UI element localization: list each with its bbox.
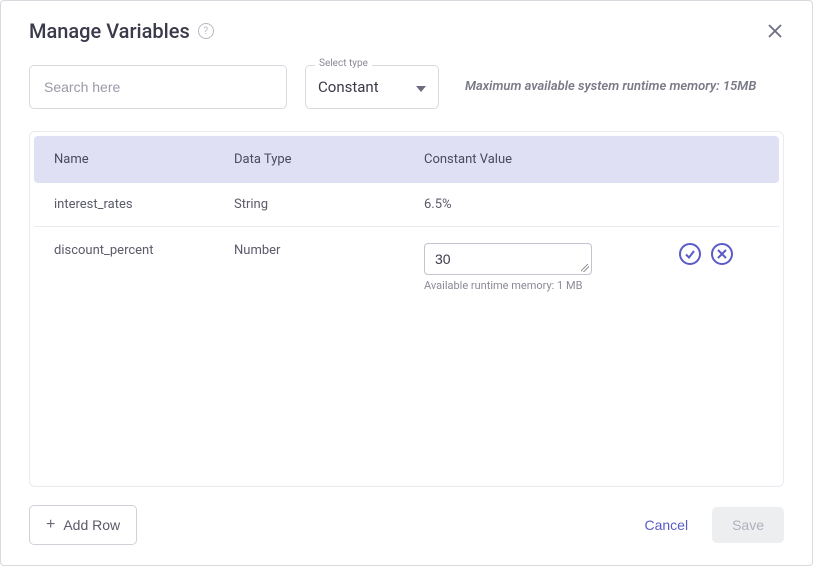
constant-value-input[interactable] xyxy=(424,243,592,275)
select-value: Constant xyxy=(318,78,379,96)
column-header-type: Data Type xyxy=(234,152,424,167)
memory-banner: Maximum available system runtime memory:… xyxy=(465,78,784,96)
help-icon[interactable]: ? xyxy=(198,23,214,39)
modal-header: Manage Variables ? xyxy=(29,19,784,43)
confirm-row-button[interactable] xyxy=(679,243,701,265)
cell-name: interest_rates xyxy=(54,197,234,212)
controls-row: Select type Constant Maximum available s… xyxy=(29,65,784,109)
add-row-button[interactable]: + Add Row xyxy=(29,505,137,545)
runtime-memory-hint: Available runtime memory: 1 MB xyxy=(424,279,679,292)
manage-variables-modal: Manage Variables ? Select type Constant … xyxy=(0,0,813,566)
table-row[interactable]: discount_percent Number Available runtim… xyxy=(34,227,779,306)
column-header-value: Constant Value xyxy=(424,152,759,167)
cell-type: Number xyxy=(234,243,424,258)
table-row[interactable]: interest_rates String 6.5% xyxy=(34,183,779,227)
chevron-down-icon xyxy=(416,78,426,96)
plus-icon: + xyxy=(46,516,55,534)
cancel-row-button[interactable] xyxy=(711,243,733,265)
add-row-label: Add Row xyxy=(63,517,120,533)
title-wrap: Manage Variables ? xyxy=(29,19,214,43)
modal-footer: + Add Row Cancel Save xyxy=(29,505,784,545)
variables-table: Name Data Type Constant Value interest_r… xyxy=(29,131,784,487)
close-icon[interactable] xyxy=(766,22,784,40)
column-header-name: Name xyxy=(54,152,234,167)
search-input[interactable] xyxy=(29,65,287,109)
cell-value: 6.5% xyxy=(424,197,759,212)
cancel-button[interactable]: Cancel xyxy=(628,507,704,543)
save-button[interactable]: Save xyxy=(712,507,784,543)
table-header-row: Name Data Type Constant Value xyxy=(34,136,779,183)
cell-type: String xyxy=(234,197,424,212)
select-label: Select type xyxy=(315,58,372,69)
modal-title: Manage Variables xyxy=(29,19,190,43)
select-type-dropdown[interactable]: Select type Constant xyxy=(305,65,439,109)
cell-name: discount_percent xyxy=(54,243,234,258)
